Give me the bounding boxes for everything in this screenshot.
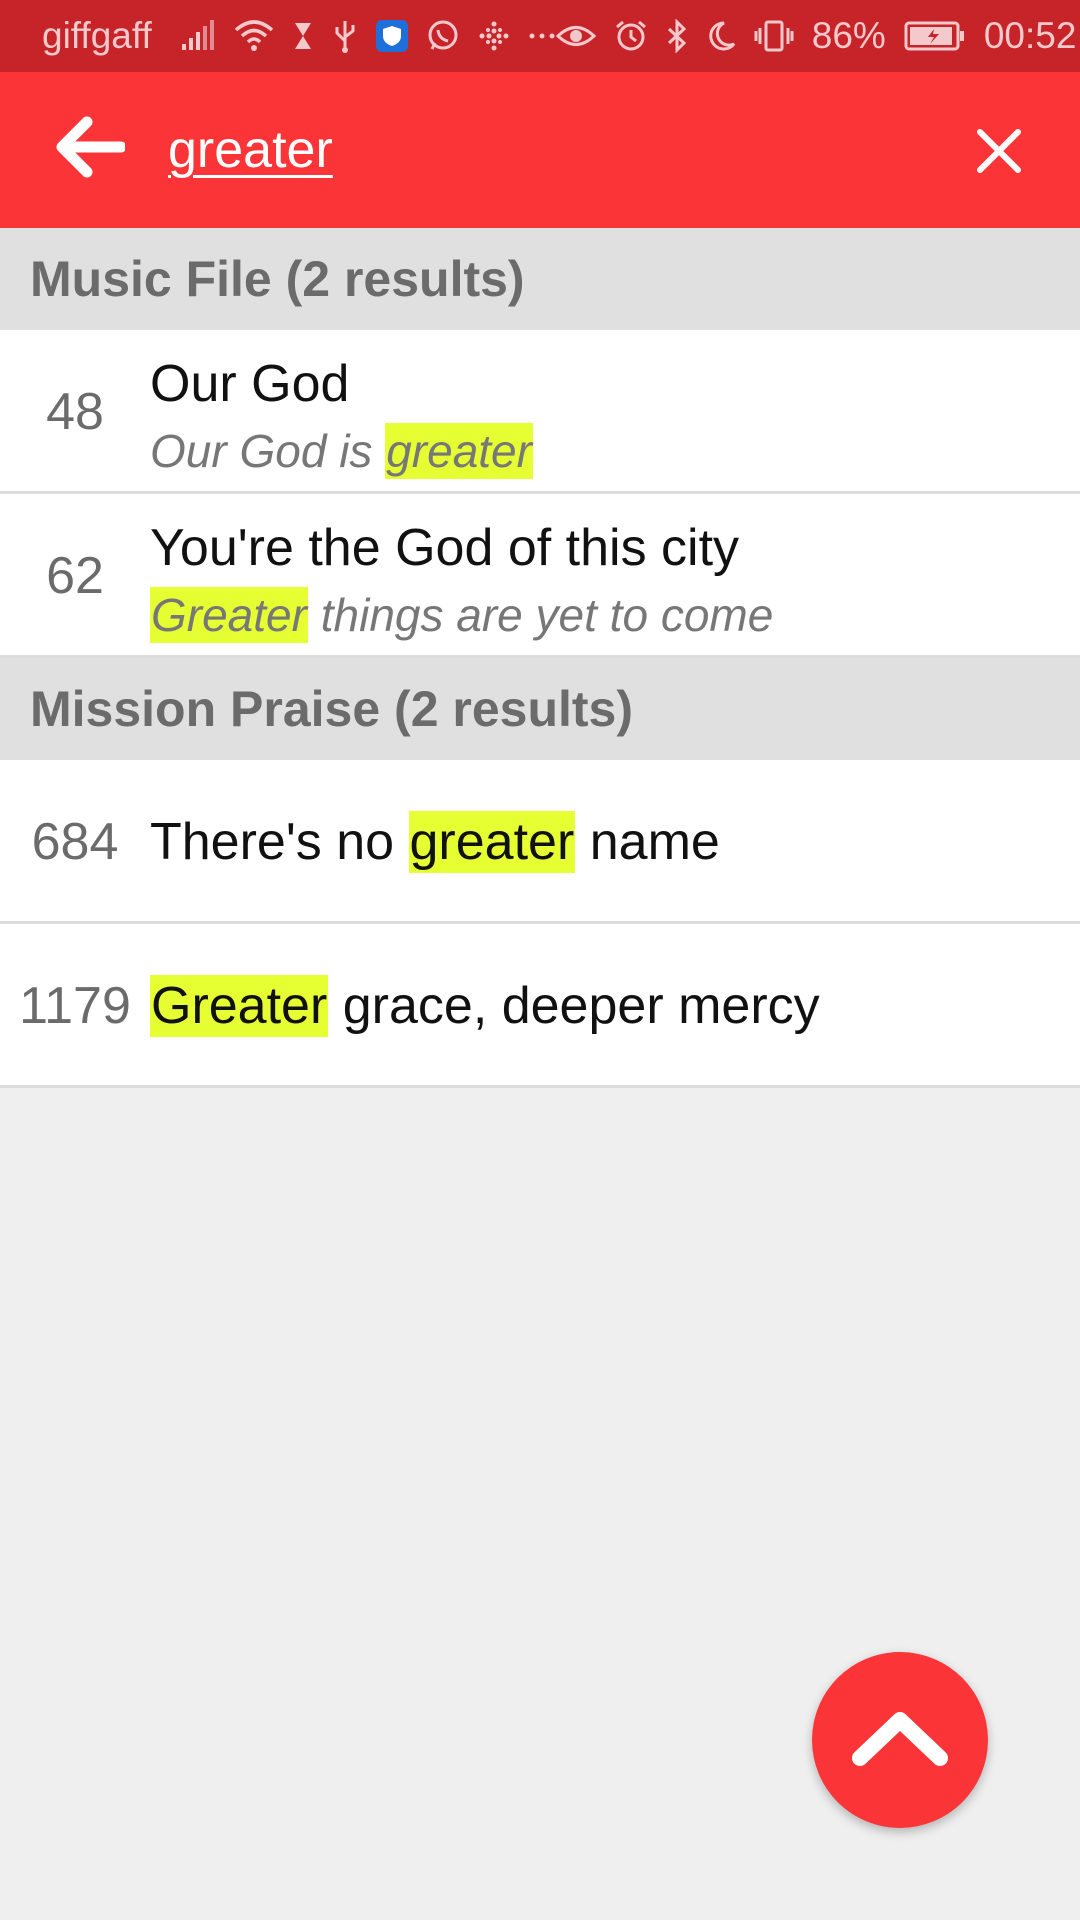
moon-icon (706, 20, 736, 52)
search-highlight: greater (385, 423, 533, 479)
snippet-text: Our God is (150, 425, 386, 477)
song-title: You're the God of this city (150, 519, 740, 577)
hourglass-icon (292, 20, 314, 52)
section-title: Music File (2 results) (30, 251, 525, 307)
battery-percent: 86% (811, 15, 886, 56)
battery-icon (904, 21, 966, 51)
result-row[interactable]: 1179 Greater grace, deeper mercy (0, 924, 1080, 1088)
shield-icon (375, 20, 408, 52)
search-toolbar (0, 72, 1080, 228)
snippet-text: things are yet to come (307, 589, 774, 641)
status-right: 86% 00:52 (555, 15, 1077, 57)
grid-dots-icon (478, 20, 510, 52)
search-highlight: Greater (150, 975, 329, 1037)
chevron-up-icon (850, 1708, 950, 1773)
eye-icon (555, 21, 596, 51)
whatsapp-icon (426, 19, 460, 53)
song-title: Greater grace, deeper mercy (150, 924, 820, 1088)
search-highlight: greater (408, 811, 576, 873)
status-bar: giffgaff 86% 00:52 (0, 0, 1080, 72)
song-title: There's no greater name (150, 760, 720, 924)
carrier-name: giffgaff (42, 15, 152, 56)
title-text: grace, deeper mercy (328, 977, 820, 1035)
search-highlight: Greater (150, 587, 308, 643)
vibrate-icon (754, 19, 794, 53)
more-icon (528, 31, 556, 41)
back-button[interactable] (52, 116, 128, 182)
lyric-snippet: Greater things are yet to come (150, 586, 773, 644)
title-text: There's no (150, 813, 409, 871)
alarm-icon (614, 19, 648, 53)
usb-icon (332, 19, 358, 53)
result-row[interactable]: 684 There's no greater name (0, 760, 1080, 924)
song-number: 1179 (19, 977, 131, 1035)
result-row[interactable]: 62 You're the God of this city Greater t… (0, 494, 1080, 658)
bluetooth-icon (666, 19, 688, 53)
song-number: 62 (46, 547, 104, 605)
section-header-music-file: Music File (2 results) (0, 228, 1080, 330)
search-input[interactable] (168, 112, 928, 188)
song-title: Our God (150, 355, 350, 413)
section-header-mission-praise: Mission Praise (2 results) (0, 658, 1080, 760)
status-left: giffgaff (42, 15, 556, 57)
signal-icon (180, 20, 216, 52)
scroll-to-top-button[interactable] (812, 1652, 988, 1828)
clear-search-button[interactable] (968, 122, 1030, 184)
close-icon (976, 128, 1022, 179)
lyric-snippet: Our God is greater (150, 422, 533, 480)
section-title: Mission Praise (2 results) (30, 681, 634, 737)
wifi-icon (234, 20, 274, 52)
song-number: 684 (31, 813, 119, 871)
clock: 00:52 (983, 15, 1077, 56)
title-text: name (575, 813, 720, 871)
result-row[interactable]: 48 Our God Our God is greater (0, 330, 1080, 494)
arrow-left-icon (55, 116, 127, 183)
song-number: 48 (46, 383, 104, 441)
